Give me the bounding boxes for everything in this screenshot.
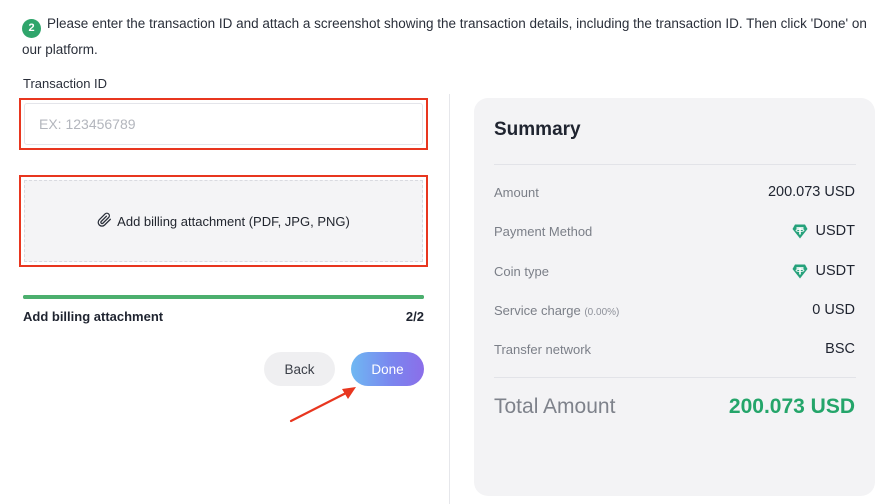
summary-value-with-icon: USDT	[792, 263, 855, 279]
summary-title: Summary	[494, 119, 581, 140]
summary-key: Amount	[494, 184, 539, 200]
summary-value: 0 USD	[812, 302, 855, 318]
back-button[interactable]: Back	[264, 352, 335, 386]
summary-row-payment-method: Payment Method USDT	[494, 220, 855, 242]
add-attachment-label: Add billing attachment (PDF, JPG, PNG)	[117, 213, 350, 229]
upload-progress-fill	[23, 295, 424, 299]
summary-card: Summary Amount 200.073 USD Payment Metho…	[474, 98, 875, 496]
add-attachment-dropzone[interactable]: Add billing attachment (PDF, JPG, PNG)	[24, 180, 423, 262]
upload-progress-bar	[23, 295, 424, 299]
summary-key: Payment Method	[494, 223, 593, 239]
summary-divider-top	[494, 164, 856, 165]
annotation-arrow-icon	[289, 387, 356, 423]
attachment-highlight: Add billing attachment (PDF, JPG, PNG)	[19, 175, 428, 267]
summary-row-amount: Amount 200.073 USD	[494, 181, 855, 203]
summary-row-coin-type: Coin type USDT	[494, 260, 855, 282]
column-divider	[449, 94, 450, 504]
coin-type-value: USDT	[815, 263, 855, 279]
transaction-id-label: Transaction ID	[23, 76, 108, 91]
summary-key: Transfer network	[494, 341, 592, 357]
summary-value: BSC	[825, 341, 855, 357]
step-instruction: 2 Please enter the transaction ID and att…	[22, 12, 872, 61]
summary-divider-bottom	[494, 377, 856, 378]
transaction-id-input[interactable]	[24, 103, 423, 145]
summary-value: 200.073 USD	[767, 184, 855, 200]
transaction-id-highlight	[19, 98, 428, 150]
tether-icon	[792, 224, 808, 239]
progress-label: Add billing attachment	[23, 309, 164, 324]
paperclip-icon	[97, 212, 117, 230]
tether-icon	[792, 264, 808, 279]
summary-key: Service charge (0.00%)	[494, 303, 619, 318]
progress-count: 2/2	[405, 309, 424, 324]
service-charge-label: Service charge	[494, 302, 581, 318]
payment-method-value: USDT	[815, 223, 855, 239]
summary-row-transfer-network: Transfer network BSC	[494, 338, 855, 360]
summary-key: Coin type	[494, 263, 549, 279]
service-charge-rate: (0.00%)	[584, 306, 620, 318]
step-instruction-text: Please enter the transaction ID and atta…	[22, 16, 867, 57]
total-amount-value: 200.073 USD	[728, 395, 855, 418]
summary-value-with-icon: USDT	[792, 223, 855, 239]
step-number-badge: 2	[22, 19, 41, 38]
done-button[interactable]: Done	[351, 352, 424, 386]
total-amount-label: Total Amount	[494, 395, 616, 418]
summary-row-service-charge: Service charge (0.00%) 0 USD	[494, 299, 855, 321]
summary-total-row: Total Amount 200.073 USD	[494, 395, 855, 419]
